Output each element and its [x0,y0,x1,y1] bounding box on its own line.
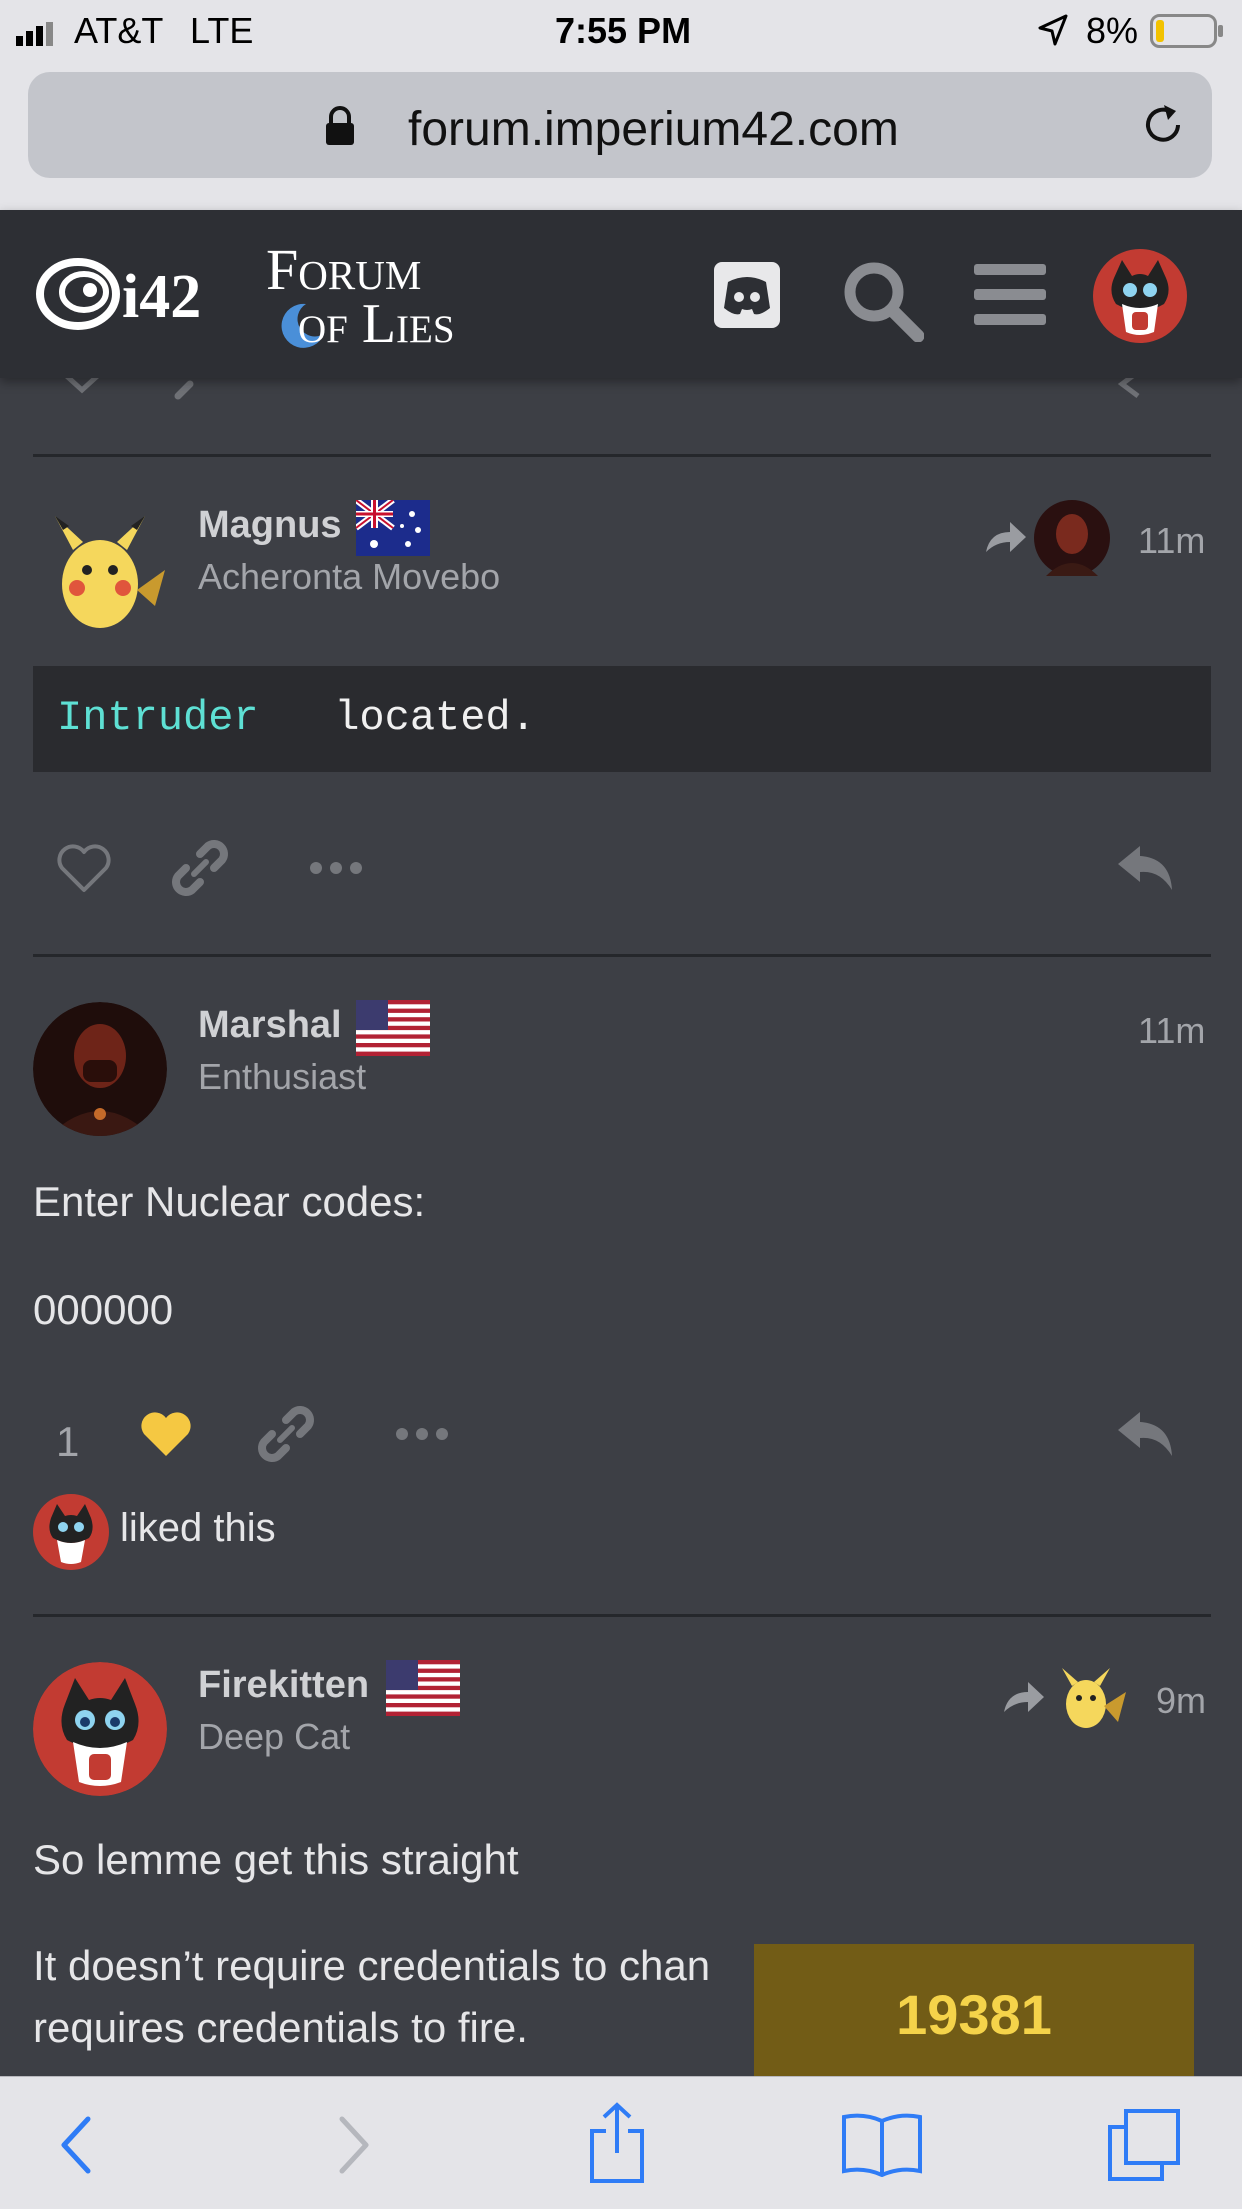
code-text: located. [309,694,536,742]
post-time-firekitten[interactable]: 9m [1156,1680,1206,1722]
signal-icon [16,22,53,46]
reply-icon[interactable] [1116,844,1176,892]
counter-overlay: 19381 [754,1944,1194,2076]
user-title-magnus: Acheronta Movebo [198,556,501,597]
forward-icon[interactable] [336,2115,372,2175]
code-block: Intruder located. [33,666,1211,772]
code-keyword: Intruder [57,694,259,742]
current-user-avatar[interactable] [1092,248,1188,344]
post-text-line: requires credentials to fire. [33,2004,528,2051]
i42-logo[interactable]: i42 [34,250,234,340]
user-avatar-magnus[interactable] [33,510,167,644]
usa-flag-icon [386,1660,460,1716]
location-arrow-icon [1038,14,1068,46]
username-firekitten[interactable]: Firekitten [198,1664,369,1707]
australia-flag-icon [356,500,430,556]
liker-avatar-firekitten[interactable] [33,1494,109,1570]
swirl-logo-icon [36,258,120,330]
post-magnus: Magnus Acheronta Movebo 11m Intruder loc… [0,456,1242,956]
post-text-line: Enter Nuclear codes: [33,1178,426,1225]
back-icon[interactable] [58,2115,94,2175]
liked-this-text: liked this [120,1506,276,1550]
post-text-line: So lemme get this straight [33,1836,519,1883]
more-options-icon[interactable] [392,1426,452,1442]
usa-flag-icon [356,1000,430,1056]
battery-icon [1150,14,1223,48]
more-options-icon[interactable] [306,860,366,876]
clock: 7:55 PM [555,10,692,51]
post-text-line: 000000 [33,1286,174,1333]
logo-line-2: of Lies [298,293,455,355]
share-icon[interactable] [586,2101,648,2185]
reply-to-arrow-icon[interactable] [986,520,1026,554]
user-avatar-firekitten[interactable] [33,1662,167,1796]
address-bar[interactable]: forum.imperium42.com [28,72,1212,178]
username-marshal[interactable]: Marshal [198,1004,342,1047]
browser-toolbar [0,2076,1242,2209]
user-avatar-marshal[interactable] [33,1002,167,1136]
username-magnus[interactable]: Magnus [198,504,342,547]
tabs-icon[interactable] [1106,2107,1182,2183]
i42-logo-text: i42 [122,263,202,331]
network-label: LTE [190,10,254,51]
forum-header: i42 Forum of Lies [0,210,1242,378]
post-time-marshal[interactable]: 11m [1138,1010,1205,1052]
battery-percent: 8% [1086,10,1139,51]
search-icon[interactable] [840,258,924,342]
discord-icon[interactable] [714,262,782,330]
user-title-marshal: Enthusiast [198,1056,367,1097]
url-text: forum.imperium42.com [408,103,899,156]
reply-to-avatar-marshal[interactable] [1034,500,1110,576]
link-icon[interactable] [170,838,230,898]
status-bar: AT&T LTE 7:55 PM 8% [0,0,1242,62]
counter-value: 19381 [896,1983,1052,2046]
hamburger-menu-icon[interactable] [974,264,1046,326]
bookmarks-icon[interactable] [840,2111,924,2177]
post-time-magnus[interactable]: 11m [1138,520,1205,562]
forum-of-lies-logo[interactable]: Forum of Lies [262,234,502,355]
reload-icon[interactable] [1138,100,1188,150]
reply-icon[interactable] [1116,1410,1176,1458]
reply-to-arrow-icon[interactable] [1004,1680,1044,1714]
liked-heart-icon[interactable] [138,1410,194,1460]
carrier-label: AT&T [74,10,164,51]
post-marshal: Marshal Enthusiast 11m Enter Nuclear cod… [0,956,1242,1616]
like-heart-icon[interactable] [56,844,112,894]
reply-to-avatar-magnus[interactable] [1052,1664,1128,1734]
link-icon[interactable] [256,1404,316,1464]
user-title-firekitten: Deep Cat [198,1716,351,1757]
lock-icon [326,106,354,145]
like-count[interactable]: 1 [56,1418,79,1466]
post-text-line: It doesn’t require credentials to chan [33,1942,711,1989]
browser-chrome: forum.imperium42.com [0,62,1242,210]
